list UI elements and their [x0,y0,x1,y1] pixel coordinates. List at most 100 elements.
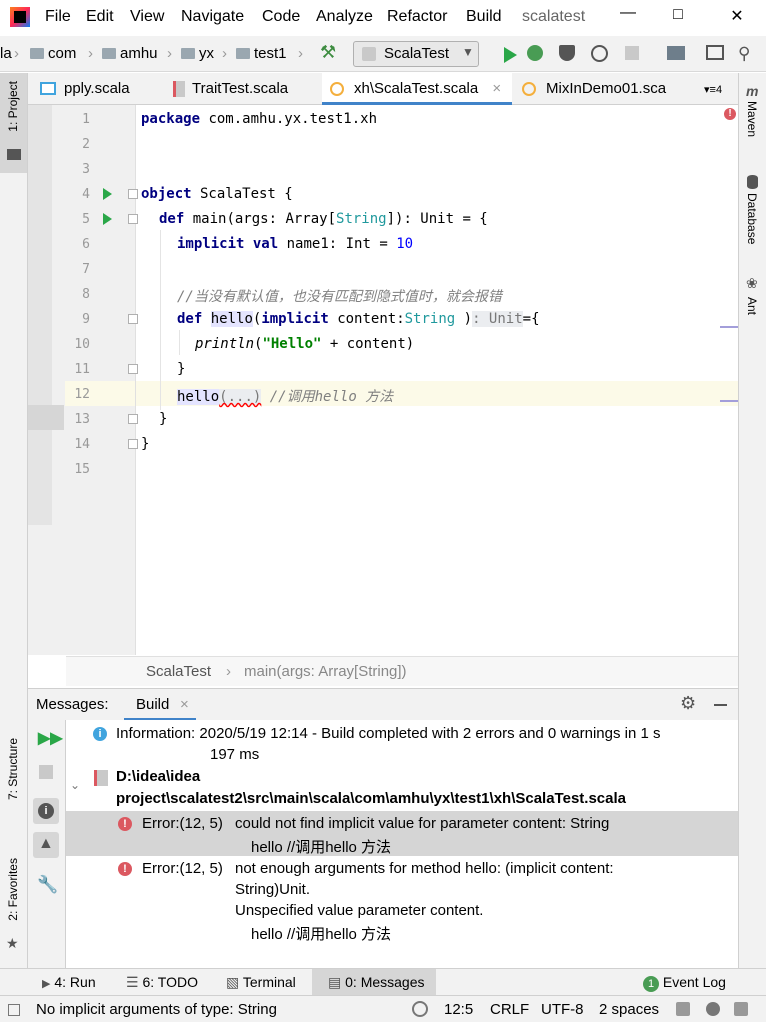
close-icon[interactable]: ✕ [727,6,747,28]
tab-traittest[interactable]: TraitTest.scala [170,73,320,105]
fold-marker-icon[interactable] [128,214,138,224]
file-encoding[interactable]: UTF-8 [541,1001,584,1018]
crumb-com[interactable]: com [30,45,76,62]
minimize-icon[interactable]: — [618,4,638,26]
show-warnings-toggle[interactable]: ▲ [33,832,59,858]
info-message[interactable]: Information: 2020/5/19 12:14 - Build com… [116,725,661,742]
event-log-button[interactable]: 1 Event Log [643,974,726,992]
fold-marker-icon[interactable] [128,189,138,199]
tab-apply-scala[interactable]: pply.scala [38,73,168,105]
line-number: 11 [74,362,90,377]
line-number: 13 [74,412,90,427]
file-path-cont[interactable]: project\scalatest2\src\main\scala\com\am… [116,790,626,807]
chevron-down-icon[interactable]: ⌄ [70,778,80,792]
error-stripe-mark[interactable] [720,400,738,402]
type-ref: String [404,311,456,327]
menu-view[interactable]: View [130,8,164,26]
crumb-root[interactable]: la [0,45,12,62]
close-tab-icon[interactable]: × [180,696,189,713]
maven-tool-button[interactable]: m Maven [739,81,766,156]
menu-file[interactable]: File [45,8,71,26]
line-separator[interactable]: CRLF [490,1001,529,1018]
debug-icon[interactable] [527,45,543,61]
line-number: 6 [82,237,90,252]
tab-mixindemo[interactable]: MixInDemo01.sca [514,73,694,105]
crumb-separator-icon: › [222,45,227,62]
tabs-overflow-button[interactable]: ▾≡4 [704,73,738,105]
gutter-marker [28,405,64,430]
todo-tool-button[interactable]: ☰ 6: TODO [126,974,198,991]
status-bar: No implicit arguments of type: String 12… [0,995,766,1022]
window-icon[interactable] [706,45,724,60]
fold-marker-icon[interactable] [128,364,138,374]
fold-marker-icon[interactable] [128,314,138,324]
tab-build[interactable]: Build × [124,689,196,721]
tab-label: MixInDemo01.sca [546,80,667,97]
error-code: hello //调用hello 方法 [251,839,392,856]
code-line-13: } [159,411,168,427]
close-tab-icon[interactable]: × [492,80,501,97]
build-hammer-icon[interactable]: ⚒ [320,42,336,63]
keyword: object [141,186,192,202]
fold-marker-icon[interactable] [128,439,138,449]
coverage-icon[interactable] [559,45,575,61]
error-stripe-icon[interactable]: ! [724,108,736,120]
maximize-icon[interactable]: □ [668,6,688,28]
search-icon[interactable]: ⚲ [738,44,750,64]
project-tool-button[interactable]: 1: Project [0,73,27,173]
run-gutter-icon[interactable] [103,213,112,225]
code-line-6: implicit val name1: Int = 10 [177,236,413,252]
crumb-test1[interactable]: test1 [236,45,287,62]
info-label: Information: [116,725,196,742]
clock-icon[interactable] [412,1001,428,1017]
profiler-icon[interactable] [591,45,608,62]
chevron-down-icon: ▼ [462,45,474,59]
terminal-tool-button[interactable]: ▧ Terminal [226,974,296,991]
favorites-tool-button[interactable]: 2: Favorites ★ [0,853,27,953]
run-config-label: ScalaTest [384,45,450,62]
overflow-count: 4 [715,84,723,96]
crumb-amhu[interactable]: amhu [102,45,158,62]
tab-scalatest[interactable]: xh\ScalaTest.scala × [322,73,512,105]
ant-tool-button[interactable]: ❀ Ant [739,275,766,335]
caret-position[interactable]: 12:5 [444,1001,473,1018]
implicit-hint[interactable]: (...) [219,389,262,405]
menu-navigate[interactable]: Navigate [181,8,244,26]
wrench-icon[interactable]: 🔧 [37,875,58,895]
run-config-select[interactable]: ScalaTest ▼ [353,41,479,67]
menu-refactor[interactable]: Refactor [387,8,447,26]
stop-icon[interactable] [39,765,53,779]
rerun-icon[interactable]: ▶▶ [38,728,63,748]
run-icon[interactable] [504,47,517,63]
gutter-divider [135,105,136,655]
breadcrumb-method[interactable]: main(args: Array[String]) [244,663,407,680]
database-tool-button[interactable]: Database [739,173,766,258]
gear-icon[interactable]: ⚙ [680,693,696,714]
error-stripe-mark[interactable] [720,326,738,328]
inspector-icon[interactable] [706,1002,720,1016]
show-info-toggle[interactable]: i [33,798,59,824]
messages-tool-button[interactable]: ▤ 0: Messages [312,969,436,996]
crumb-yx[interactable]: yx [181,45,214,62]
file-path[interactable]: D:\idea\idea [116,768,200,785]
structure-tool-button[interactable]: 7: Structure [0,733,27,833]
tab-label: xh\ScalaTest.scala [354,80,479,97]
lock-icon[interactable] [676,1002,690,1016]
run-tool-button[interactable]: ▶ 4: Run [42,974,96,990]
code-text: com.amhu.yx.test1.xh [200,111,378,127]
run-gutter-icon[interactable] [103,188,112,200]
fold-marker-icon[interactable] [128,414,138,424]
menu-edit[interactable]: Edit [86,8,114,26]
breadcrumb-object[interactable]: ScalaTest [146,663,211,680]
error-location[interactable]: Error:(12, 5) [142,860,223,877]
menu-build[interactable]: Build [466,8,502,26]
menu-analyze[interactable]: Analyze [316,8,373,26]
indent-setting[interactable]: 2 spaces [599,1001,659,1018]
panel-toggle-icon[interactable] [8,1004,20,1016]
stop-icon[interactable] [625,46,639,60]
title-bar: File Edit View Navigate Code Analyze Ref… [0,0,766,36]
project-structure-icon[interactable] [667,46,685,60]
memory-icon[interactable] [734,1002,748,1016]
menu-code[interactable]: Code [262,8,300,26]
hide-icon[interactable] [714,704,727,706]
